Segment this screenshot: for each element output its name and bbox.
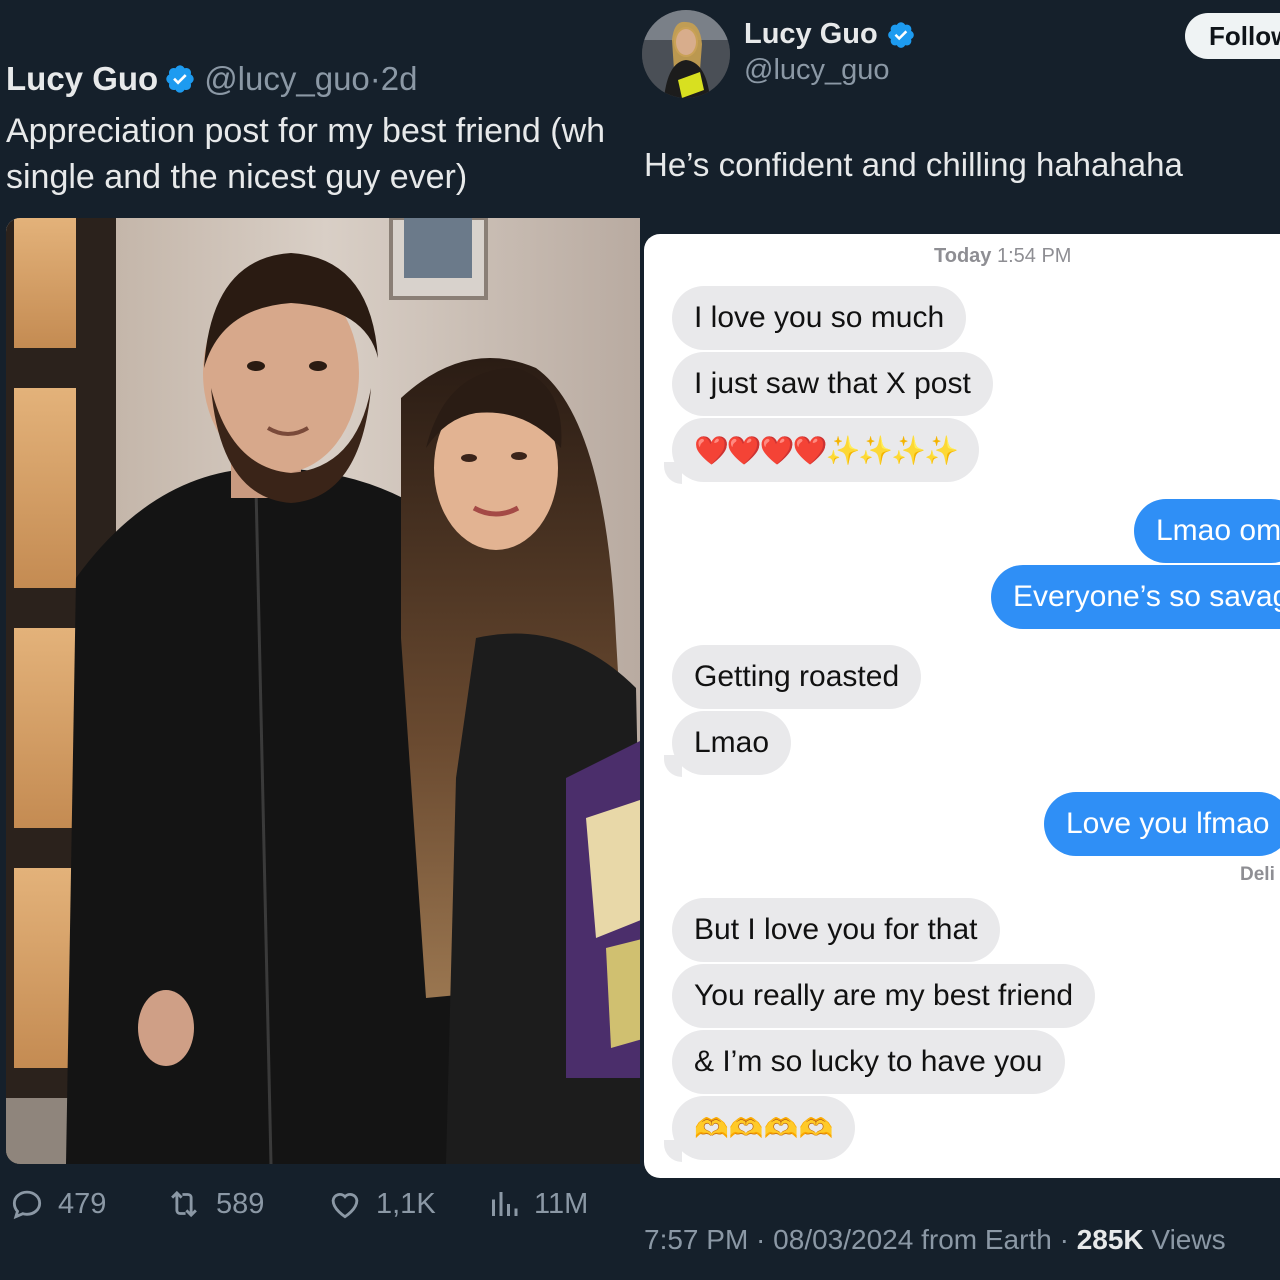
tweet-footer: 7:57 PM · 08/03/2024 from Earth · 285K V…	[644, 1224, 1226, 1255]
author-name-row: Lucy Guo	[744, 18, 924, 51]
repost-button[interactable]: 589	[164, 1184, 264, 1224]
timestamp-day: Today	[934, 245, 992, 267]
tweet-text-line: single and the nicest guy ever)	[6, 158, 468, 196]
photo-illustration	[6, 218, 640, 1164]
author-name[interactable]: Lucy Guo	[6, 60, 158, 98]
like-count: 1,1K	[376, 1187, 436, 1220]
post-date[interactable]: 08/03/2024	[773, 1224, 913, 1255]
verified-badge-icon	[887, 21, 914, 48]
reply-count: 479	[58, 1187, 107, 1220]
message-bubble-incoming: Getting roasted	[672, 645, 922, 709]
bubble-tail	[664, 462, 682, 484]
message-bubble-outgoing: Love you lfmao	[1044, 792, 1280, 856]
chat-timestamp: Today 1:54 PM	[934, 245, 1071, 268]
tweet-actions: 479 589 1,1K 11M	[8, 1184, 628, 1224]
avatar[interactable]	[642, 10, 730, 98]
tweet-photo[interactable]	[6, 218, 640, 1164]
message-bubble-incoming: I just saw that X post	[672, 352, 993, 416]
like-icon	[331, 1193, 359, 1219]
tweet-text: Appreciation post for my best friend (wh…	[6, 108, 640, 200]
views-label: Views	[1151, 1224, 1226, 1255]
post-location: from Earth	[921, 1224, 1052, 1255]
timestamp-time: 1:54 PM	[996, 245, 1072, 267]
author-handle[interactable]: @lucy_guo	[744, 54, 890, 87]
post-time[interactable]: 7:57 PM	[644, 1224, 748, 1255]
left-tweet-header: Lucy Guo @lucy_guo · 2d	[6, 60, 418, 98]
message-bubble-incoming: ❤️❤️❤️❤️✨✨✨✨	[672, 418, 979, 482]
message-bubble-incoming: You really are my best friend	[672, 964, 1096, 1028]
views-count: 285K	[1076, 1224, 1144, 1255]
avatar-image	[642, 10, 730, 98]
imessage-screenshot[interactable]: Today 1:54 PM I love you so much I just …	[644, 234, 1280, 1178]
views-count: 11M	[534, 1187, 589, 1220]
like-button[interactable]: 1,1K	[326, 1184, 436, 1224]
message-bubble-incoming: I love you so much	[672, 286, 967, 350]
bubble-tail	[664, 755, 682, 777]
post-age[interactable]: 2d	[381, 60, 418, 98]
views-button[interactable]: 11M	[486, 1184, 588, 1224]
separator: ·	[369, 60, 381, 97]
left-tweet: Lucy Guo @lucy_guo · 2d Appreciation pos…	[0, 0, 640, 1280]
message-bubble-outgoing: Lmao om	[1134, 499, 1280, 563]
bubble-tail	[664, 1140, 682, 1162]
message-bubble-incoming: But I love you for that	[672, 898, 1000, 962]
views-icon	[492, 1192, 518, 1216]
tweet-text: He’s confident and chilling hahahaha	[644, 146, 1183, 183]
author-handle[interactable]: @lucy_guo	[204, 60, 370, 98]
author-name[interactable]: Lucy Guo	[744, 18, 878, 51]
repost-icon	[171, 1190, 197, 1218]
delivered-status: Deli	[1240, 864, 1275, 885]
reply-button[interactable]: 479	[8, 1184, 106, 1224]
right-tweet: Lucy Guo @lucy_guo Follow He’s confident…	[640, 0, 1280, 1280]
verified-badge-icon	[166, 65, 194, 93]
follow-button[interactable]: Follow	[1185, 13, 1280, 59]
repost-count: 589	[216, 1187, 265, 1220]
tweet-text-line: Appreciation post for my best friend (wh	[6, 112, 606, 150]
message-bubble-incoming: 🫶🫶🫶🫶	[672, 1096, 856, 1160]
message-bubble-incoming: Lmao	[672, 711, 792, 775]
message-bubble-outgoing: Everyone’s so savag	[991, 565, 1280, 629]
message-bubble-incoming: & I’m so lucky to have you	[672, 1030, 1065, 1094]
reply-icon	[12, 1190, 42, 1220]
